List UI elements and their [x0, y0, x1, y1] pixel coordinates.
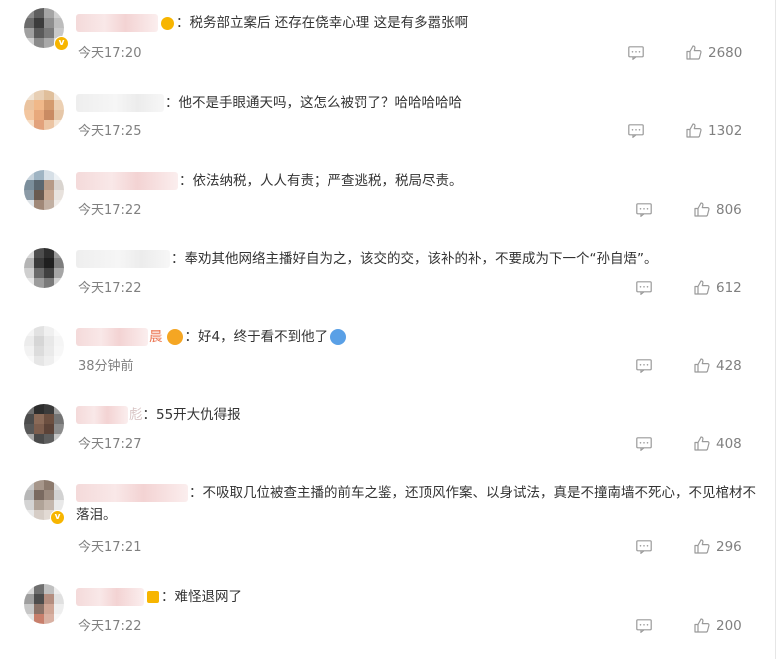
comment-text: ：奉劝其他网络主播好自为之，该交的交，该补的补，不要成为下一个“孙自焐”。 [171, 251, 658, 267]
comment-icon[interactable] [636, 540, 652, 554]
comment-item: ：他不是手眼通天吗，这怎么被罚了？哈哈哈哈哈 今天17:25 1302 [0, 78, 778, 156]
username-blurred[interactable] [76, 14, 158, 32]
username-blurred[interactable] [76, 484, 188, 502]
comment-icon[interactable] [636, 619, 652, 633]
username-blurred[interactable] [76, 588, 144, 606]
comment-time: 今天17:27 [78, 437, 142, 452]
comment-item: ：依法纳税，人人有责；严查逃税，税局尽责。 今天17:22 806 [0, 156, 778, 234]
avatar[interactable] [24, 170, 64, 210]
comment-item: ：难怪退网了 今天17:22 200 [0, 572, 778, 650]
heart-eyes-emoji-icon [166, 329, 183, 345]
comment-icon[interactable] [636, 359, 652, 373]
comment-icon[interactable] [636, 281, 652, 295]
comment-icon[interactable] [628, 46, 644, 60]
like-count: 428 [716, 358, 742, 374]
comment-text: ：税务部立案后 还存在侥幸心理 这是有多嚣张啊 [176, 15, 469, 31]
thumbs-up-icon[interactable] [694, 358, 710, 373]
thumbs-up-icon[interactable] [694, 436, 710, 451]
comment-text: ：依法纳税，人人有责；严查逃税，税局尽责。 [179, 173, 463, 189]
crying-emoji-icon [330, 329, 347, 345]
username-blurred[interactable] [76, 250, 170, 268]
comment-text: ：55开大仇得报 [142, 407, 241, 423]
comment-item: v ：税务部立案后 还存在侥幸心理 这是有多嚣张啊 今天17:20 2680 [0, 0, 778, 78]
thumbs-up-icon[interactable] [694, 202, 710, 217]
like-count: 296 [716, 539, 742, 555]
comment-time: 今天17:21 [78, 540, 142, 555]
comment-time: 38分钟前 [78, 359, 134, 374]
badge-icon [147, 591, 159, 603]
comment-time: 今天17:25 [78, 124, 142, 139]
like-count: 806 [716, 202, 742, 218]
like-count: 408 [716, 436, 742, 452]
comment-time: 今天17:22 [78, 203, 142, 218]
badge-icon [161, 16, 174, 30]
comment-icon[interactable] [636, 203, 652, 217]
comment-text: ：难怪退网了 [161, 589, 242, 605]
avatar[interactable] [24, 248, 64, 288]
comment-time: 今天17:22 [78, 619, 142, 634]
username-blurred[interactable] [76, 328, 148, 346]
avatar[interactable] [24, 584, 64, 624]
avatar[interactable] [24, 90, 64, 130]
thumbs-up-icon[interactable] [686, 123, 702, 138]
thumbs-up-icon[interactable] [686, 45, 702, 60]
comment-text: ：他不是手眼通天吗，这怎么被罚了？哈哈哈哈哈 [165, 95, 462, 111]
comment-text: ：好4，终于看不到他了 [184, 329, 329, 345]
username-blurred[interactable] [76, 172, 178, 190]
comment-item: 彪：55开大仇得报 今天17:27 408 [0, 390, 778, 468]
like-count: 1302 [708, 123, 743, 139]
like-count: 200 [716, 618, 742, 634]
thumbs-up-icon[interactable] [694, 280, 710, 295]
comment-item: ：奉劝其他网络主播好自为之，该交的交，该补的补，不要成为下一个“孙自焐”。 今天… [0, 234, 778, 312]
comment-time: 今天17:20 [78, 46, 142, 61]
comment-item: v ：不吸取几位被查主播的前车之鉴，还顶风作案、以身试法，真是不撞南墙不死心，不… [0, 468, 778, 568]
thumbs-up-icon[interactable] [694, 539, 710, 554]
thumbs-up-icon[interactable] [694, 618, 710, 633]
comment-icon[interactable] [636, 437, 652, 451]
comment-item: 晨 ：好4，终于看不到他了 38分钟前 428 [0, 312, 778, 390]
like-count: 612 [716, 280, 742, 296]
like-count: 2680 [708, 45, 743, 61]
avatar[interactable] [24, 404, 64, 444]
verified-badge-icon: v [50, 510, 65, 525]
username-blurred[interactable] [76, 94, 164, 112]
username-tail[interactable]: 彪 [129, 407, 143, 423]
comment-icon[interactable] [628, 124, 644, 138]
username-tail[interactable]: 晨 [149, 329, 163, 345]
avatar[interactable] [24, 326, 64, 366]
verified-badge-icon: v [54, 36, 69, 51]
comment-time: 今天17:22 [78, 281, 142, 296]
username-blurred[interactable] [76, 406, 128, 424]
